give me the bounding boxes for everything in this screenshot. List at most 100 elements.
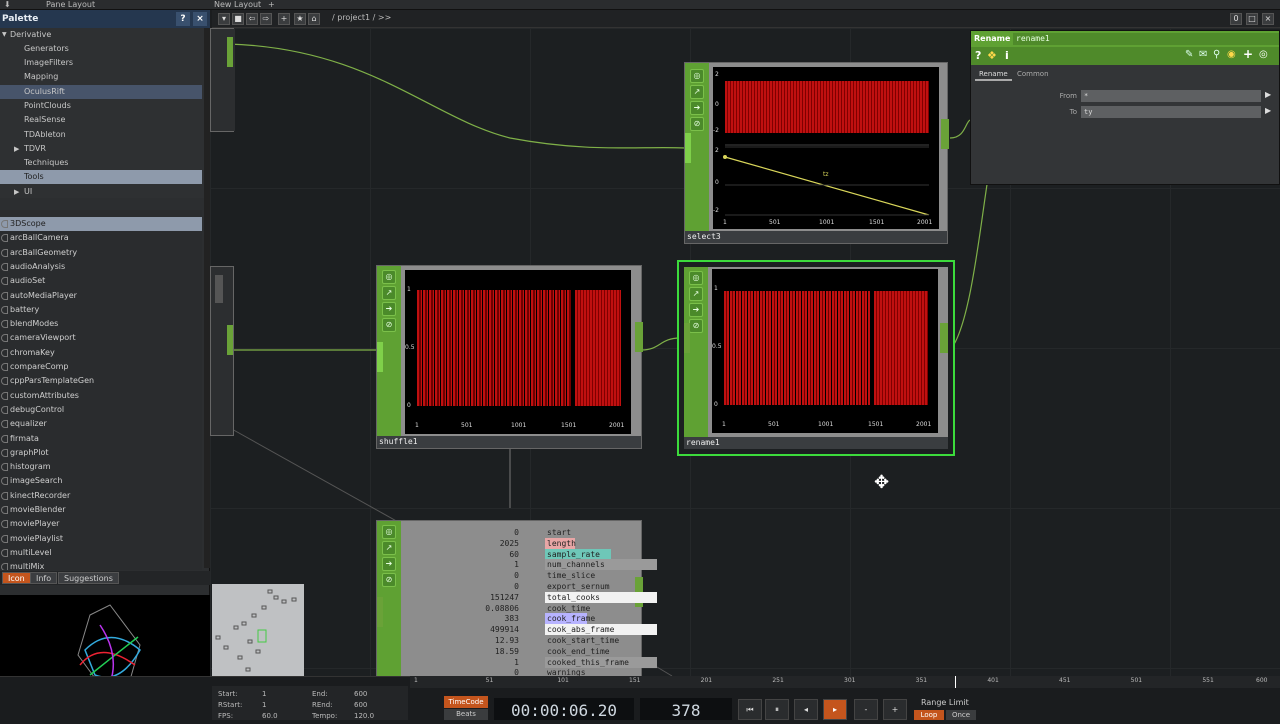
beats-toggle[interactable]: Beats [444, 709, 488, 720]
pause-button[interactable]: ⏸ [765, 699, 789, 720]
scroll-thumb[interactable] [215, 275, 223, 303]
folder-tools[interactable]: Tools [0, 170, 202, 184]
timecode-toggle[interactable]: TimeCode [444, 696, 488, 708]
output-connector[interactable] [940, 323, 948, 353]
end-value[interactable]: 600 [354, 690, 367, 698]
folder-imagefilters[interactable]: ImageFilters [0, 56, 202, 70]
palette-item-firmata[interactable]: firmata [0, 432, 202, 446]
node-partial-top[interactable] [210, 28, 235, 132]
folder-derivative[interactable]: ▼ Derivative [0, 28, 202, 42]
bookmark-icon[interactable]: ★ [294, 13, 306, 25]
loop-toggle[interactable]: Loop [914, 710, 944, 720]
palette-item-movieblender[interactable]: movieBlender [0, 503, 202, 517]
folder-oculusrift[interactable]: OculusRift [0, 85, 202, 99]
folder-tdvr[interactable]: ▶ TDVR [0, 142, 202, 156]
palette-item-audioset[interactable]: audioSet [0, 274, 202, 288]
viewer-active-icon[interactable]: ◎ [382, 525, 396, 539]
bypass-icon[interactable]: ⊘ [689, 319, 703, 333]
palette-item-cameraviewport[interactable]: cameraViewport [0, 331, 202, 345]
folder-generators[interactable]: Generators [0, 42, 202, 56]
palette-item-customattributes[interactable]: customAttributes [0, 389, 202, 403]
node-name-label[interactable]: select3 [685, 231, 947, 243]
folder-realsense[interactable]: RealSense [0, 113, 202, 127]
palette-item-arcballgeometry[interactable]: arcBallGeometry [0, 246, 202, 260]
fps-value[interactable]: 60.0 [262, 712, 278, 720]
once-toggle[interactable]: Once [946, 710, 976, 720]
tempo-value[interactable]: 120.0 [354, 712, 374, 720]
palette-item-kinectrecorder[interactable]: kinectRecorder [0, 489, 202, 503]
python-icon[interactable]: ❖ [987, 49, 997, 62]
palette-item-multimix[interactable]: multiMix [0, 560, 202, 570]
menu-arrow-icon[interactable]: ▶ [1265, 90, 1271, 99]
arrow-right-icon[interactable]: ➔ [382, 557, 396, 571]
arrow-right-icon[interactable]: ➔ [690, 101, 704, 115]
input-connector[interactable] [377, 597, 383, 627]
palette-item-imagesearch[interactable]: imageSearch [0, 474, 202, 488]
menu-icon[interactable]: ▾ [218, 13, 230, 25]
back-icon[interactable]: ⇦ [246, 13, 258, 25]
python-expand-icon[interactable]: ◉ [1227, 49, 1236, 60]
graph-icon[interactable]: ↗ [689, 287, 703, 301]
arrow-right-icon[interactable]: ➔ [689, 303, 703, 317]
rstart-value[interactable]: 1 [262, 701, 266, 709]
add-layout-button[interactable]: + [268, 0, 275, 9]
palette-close-button[interactable]: × [193, 12, 207, 26]
node-shuffle1[interactable]: ◎ ↗ ➔ ⊘ 1 0.5 0 1 501 1001 1501 2001 shu… [376, 265, 643, 449]
output-connector[interactable] [941, 119, 949, 149]
node-name-label[interactable]: rename1 [684, 437, 948, 449]
help-icon[interactable]: ? [975, 49, 981, 62]
menu-arrow-icon[interactable]: ▶ [1265, 106, 1271, 115]
tab-suggestions[interactable]: Suggestions [58, 572, 119, 584]
palette-item-blendmodes[interactable]: blendModes [0, 317, 202, 331]
arrow-right-icon[interactable]: ➔ [382, 302, 396, 316]
pane-maximize-icon[interactable]: □ [1246, 13, 1258, 25]
palette-item-chromakey[interactable]: chromaKey [0, 346, 202, 360]
forward-icon[interactable]: ⇨ [260, 13, 272, 25]
palette-item-graphplot[interactable]: graphPlot [0, 446, 202, 460]
new-layout-button[interactable]: New Layout [214, 0, 261, 9]
tab-info[interactable]: Info [30, 572, 58, 584]
rewind-button[interactable]: ⏮ [738, 699, 762, 720]
param-op-name[interactable]: rename1 [1013, 33, 1279, 45]
palette-item-movieplaylist[interactable]: moviePlaylist [0, 532, 202, 546]
viewer-active-icon[interactable]: ◎ [690, 69, 704, 83]
node-select3[interactable]: ◎ ↗ ➔ ⊘ 2 0 -2 2 0 -2 tz 1 501 1001 1501… [684, 62, 949, 244]
add-icon[interactable]: + [1243, 47, 1253, 61]
graph-icon[interactable]: ↗ [382, 286, 396, 300]
viewer-active-icon[interactable]: ◎ [382, 270, 396, 284]
home-icon[interactable]: ⌂ [308, 13, 320, 25]
start-value[interactable]: 1 [262, 690, 266, 698]
folder-techniques[interactable]: Techniques [0, 156, 202, 170]
step-minus-button[interactable]: - [854, 699, 878, 720]
stop-icon[interactable]: ■ [232, 13, 244, 25]
add-icon[interactable]: + [278, 13, 290, 25]
bypass-icon[interactable]: ⊘ [382, 573, 396, 587]
timeline-ruler[interactable]: 1 51 101 151 201 251 301 351 401 451 501 551 600 [410, 676, 1280, 688]
step-back-button[interactable]: ◂ [794, 699, 818, 720]
node-rename1[interactable]: ◎ ↗ ➔ ⊘ 1 0.5 0 1 501 1001 1501 2001 ren… [677, 260, 955, 456]
node-info-dat[interactable]: ◎ ↗ ➔ ⊘ 0 start 2025 length 60 sample_rate 1 nu… [376, 520, 657, 680]
network-path[interactable]: / project1 / >> [332, 13, 391, 22]
folder-mapping[interactable]: Mapping [0, 70, 202, 84]
palette-item-equalizer[interactable]: equalizer [0, 417, 202, 431]
palette-item-automediaplayer[interactable]: autoMediaPlayer [0, 289, 202, 303]
palette-item-cppparstemplategen[interactable]: cppParsTemplateGen [0, 374, 202, 388]
param-value-field[interactable]: ty [1081, 106, 1261, 118]
bypass-icon[interactable]: ⊘ [382, 318, 396, 332]
palette-item-multilevel[interactable]: multiLevel [0, 546, 202, 560]
palette-item-battery[interactable]: battery [0, 303, 202, 317]
palette-item-3dscope[interactable]: 3DScope [0, 217, 202, 231]
step-plus-button[interactable]: + [883, 699, 907, 720]
pane-close-icon[interactable]: × [1262, 13, 1274, 25]
folder-tdableton[interactable]: TDAbleton [0, 128, 202, 142]
timecode-display[interactable]: 00:00:06.20 [494, 698, 634, 720]
rend-value[interactable]: 600 [354, 701, 367, 709]
output-connector[interactable] [635, 322, 643, 352]
node-name-label[interactable]: shuffle1 [377, 436, 641, 448]
palette-item-histogram[interactable]: histogram [0, 460, 202, 474]
tab-icon[interactable]: Icon [2, 572, 31, 584]
palette-item-movieplayer[interactable]: moviePlayer [0, 517, 202, 531]
network-minimap[interactable] [212, 584, 304, 678]
playhead[interactable] [955, 676, 957, 688]
palette-item-debugcontrol[interactable]: debugControl [0, 403, 202, 417]
